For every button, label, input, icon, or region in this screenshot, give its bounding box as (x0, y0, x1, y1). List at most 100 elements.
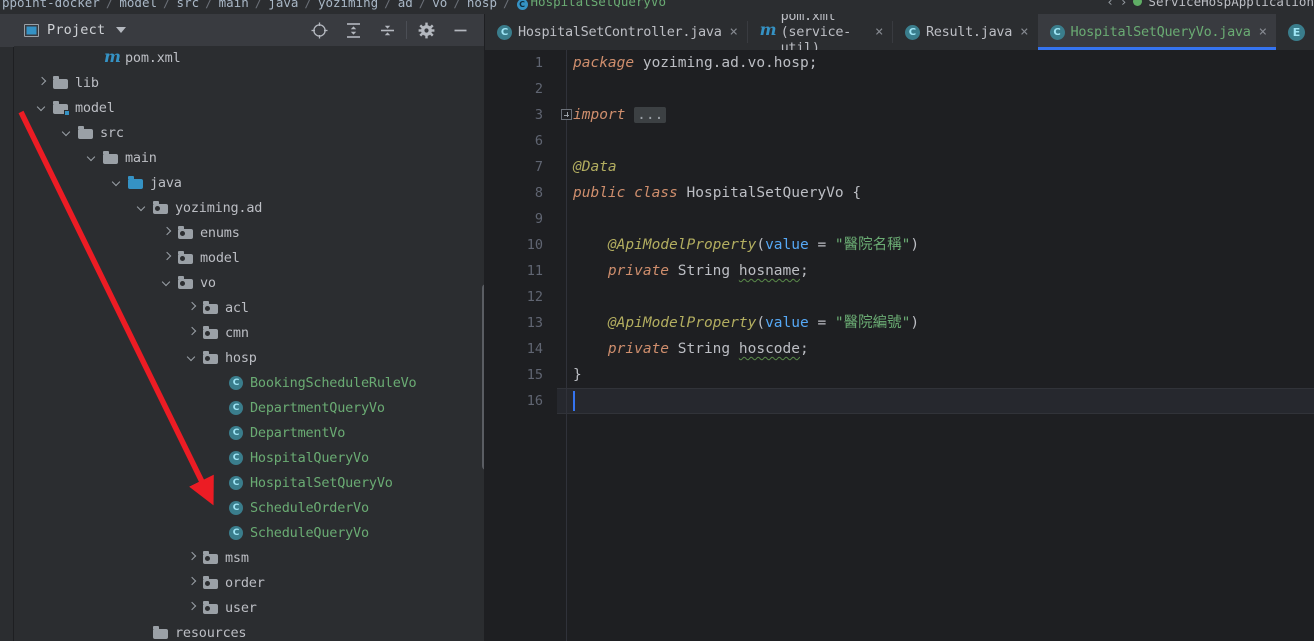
code-token: import (573, 107, 635, 123)
project-tree[interactable]: pom.xml lib model srcmain java yoziming.ad enu… (14, 47, 485, 641)
back-icon[interactable]: ‹ (1106, 0, 1114, 9)
line-number: 10 (526, 237, 543, 253)
tree-node-main[interactable]: main (88, 145, 157, 170)
class-icon (228, 500, 244, 515)
chevron-right-icon[interactable] (188, 328, 197, 337)
chevron-down-icon[interactable] (163, 278, 172, 287)
breadcrumb-item[interactable]: vo (430, 0, 449, 10)
tree-node-hospitalsetqueryvo[interactable]: HospitalSetQueryVo (213, 470, 393, 495)
editor-tab-result-java[interactable]: C Result.java × (892, 14, 1038, 50)
editor-tab-pom-xml-service-util-[interactable]: pom.xml (service-util) × (747, 14, 893, 50)
tree-node-java[interactable]: java (113, 170, 182, 195)
close-icon[interactable]: × (1259, 25, 1267, 39)
tree-node-label: HospitalQueryVo (250, 449, 369, 466)
editor-tab-hospitalsetqueryvo-java[interactable]: C HospitalSetQueryVo.java × (1037, 14, 1277, 50)
collapse-all-icon[interactable] (370, 14, 404, 47)
editor-tab-bar[interactable]: CHospitalSetController.java×pom.xml (ser… (485, 14, 1314, 50)
chevron-right-icon[interactable] (163, 228, 172, 237)
run-configuration-area[interactable]: ‹ › ServiceHospApplication (1106, 0, 1314, 9)
code-line: } (573, 362, 582, 388)
fold-expand-icon[interactable] (561, 109, 572, 120)
breadcrumb-separator: / (384, 0, 392, 10)
folder-icon (103, 151, 119, 165)
text-caret (573, 391, 575, 411)
breadcrumb-item[interactable]: main (217, 0, 251, 10)
folder-tab (203, 576, 209, 579)
tree-node-vo[interactable]: vo (163, 270, 216, 295)
breadcrumb-item[interactable]: ppoint-docker (0, 0, 102, 10)
breadcrumb-item[interactable]: java (266, 0, 300, 10)
tree-node-departmentvo[interactable]: DepartmentVo (213, 420, 345, 445)
line-number: 9 (534, 211, 543, 227)
minimize-icon[interactable] (443, 14, 477, 47)
tree-node-model[interactable]: model (163, 245, 240, 270)
chevron-down-icon[interactable] (38, 103, 47, 112)
code-line: public class HospitalSetQueryVo { (573, 180, 861, 206)
chevron-right-icon[interactable] (38, 78, 47, 87)
breadcrumb-current-file[interactable]: C HospitalSetQueryVo (515, 0, 668, 10)
tree-node-scheduleordervo[interactable]: ScheduleOrderVo (213, 495, 369, 520)
tree-node-acl[interactable]: acl (188, 295, 249, 320)
editor-tab-hospitalsetcontroller-java[interactable]: C HospitalSetController.java × (485, 14, 747, 50)
tree-node-pom-xml[interactable]: pom.xml (88, 47, 181, 70)
no-arrow-spacer (213, 528, 222, 537)
tree-node-schedulequeryvo[interactable]: ScheduleQueryVo (213, 520, 369, 545)
folder-icon (153, 626, 169, 640)
tree-node-label: vo (200, 274, 216, 291)
chevron-right-icon[interactable] (188, 603, 197, 612)
select-opened-file-icon[interactable] (302, 14, 336, 47)
code-content[interactable]: package yoziming.ad.vo.hosp; import ... @D… (573, 50, 1314, 641)
tree-node-hospitalqueryvo[interactable]: HospitalQueryVo (213, 445, 369, 470)
code-line: @Data (573, 154, 617, 180)
tree-node-enums[interactable]: enums (163, 220, 240, 245)
breadcrumb-item[interactable]: src (175, 0, 202, 10)
line-number: 12 (526, 289, 543, 305)
run-config-label[interactable]: ServiceHospApplication (1148, 0, 1314, 9)
folder-tab (203, 326, 209, 329)
pkg-icon (203, 601, 219, 615)
tree-node-user[interactable]: user (188, 595, 257, 620)
tree-node-resources[interactable]: resources (138, 620, 247, 641)
tree-node-hosp[interactable]: hosp (188, 345, 257, 370)
tree-node-bookingschedulerulevo[interactable]: BookingScheduleRuleVo (213, 370, 417, 395)
chevron-right-icon[interactable] (188, 553, 197, 562)
chevron-right-icon[interactable] (163, 253, 172, 262)
no-arrow-spacer (138, 628, 147, 637)
code-token: hosname (738, 263, 800, 279)
forward-icon[interactable]: › (1120, 0, 1128, 9)
close-icon[interactable]: × (1020, 25, 1028, 39)
breadcrumb-item[interactable]: ad (396, 0, 415, 10)
tree-node-order[interactable]: order (188, 570, 265, 595)
chevron-down-icon[interactable] (113, 178, 122, 187)
code-editor[interactable]: 1 2 3 6 7 8 9 10 11 12 13 14 15 16 package yoziming.a… (485, 50, 1314, 641)
close-icon[interactable]: × (730, 25, 738, 39)
tree-node-src[interactable]: src (63, 120, 124, 145)
tree-node-yoziming-ad[interactable]: yoziming.ad (138, 195, 262, 220)
chevron-down-icon[interactable] (63, 128, 72, 137)
breadcrumb[interactable]: ppoint-docker / model / src / main / java / yozimi… (0, 0, 668, 10)
chevron-down-icon[interactable] (188, 353, 197, 362)
chevron-right-icon[interactable] (188, 303, 197, 312)
chevron-down-icon[interactable] (116, 27, 127, 33)
folder-tab (203, 351, 209, 354)
breadcrumb-separator: / (163, 0, 171, 10)
tree-node-departmentqueryvo[interactable]: DepartmentQueryVo (213, 395, 385, 420)
chevron-right-icon[interactable] (188, 578, 197, 587)
editor-tab-overflow[interactable]: E (1276, 14, 1314, 50)
module-icon (53, 101, 70, 116)
breadcrumb-item[interactable]: yoziming (316, 0, 380, 10)
tree-node-lib[interactable]: lib (38, 70, 99, 95)
tree-node-model[interactable]: model (38, 95, 115, 120)
expand-all-icon[interactable] (336, 14, 370, 47)
gear-icon[interactable] (409, 14, 443, 47)
tree-node-msm[interactable]: msm (188, 545, 249, 570)
chevron-down-icon[interactable] (138, 203, 147, 212)
close-icon[interactable]: × (875, 25, 883, 39)
breadcrumb-item[interactable]: hosp (465, 0, 499, 10)
tree-node-label: src (100, 124, 124, 141)
tree-node-cmn[interactable]: cmn (188, 320, 249, 345)
breadcrumb-item[interactable]: model (117, 0, 159, 10)
code-line: import ... (573, 102, 667, 128)
chevron-down-icon[interactable] (88, 153, 97, 162)
